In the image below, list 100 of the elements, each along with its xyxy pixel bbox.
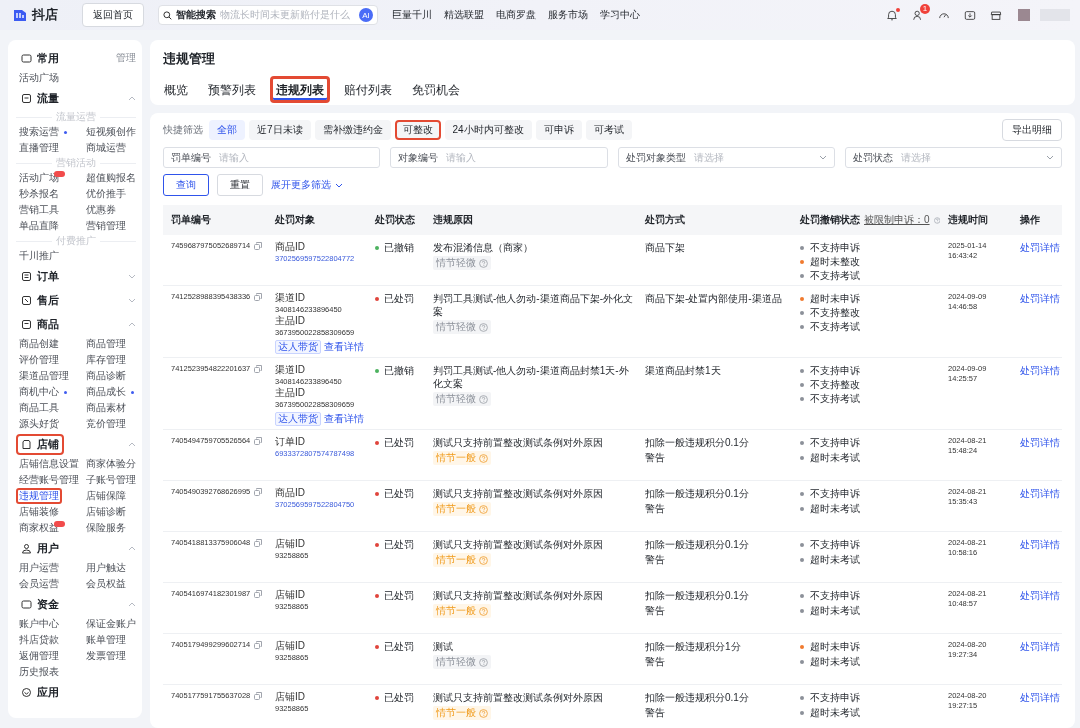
chevron-up-icon[interactable]: [128, 95, 136, 101]
ai-badge[interactable]: AI: [359, 8, 373, 22]
sidebar-item[interactable]: 优惠券: [83, 202, 119, 218]
filter-chip[interactable]: 近7日未读: [249, 120, 311, 140]
chevron-up-icon[interactable]: [128, 601, 136, 607]
sidebar-item[interactable]: 商家体验分: [83, 456, 139, 472]
chevron-down-icon[interactable]: [335, 182, 343, 188]
detail-link[interactable]: 处罚详情: [1020, 365, 1060, 376]
sidebar-item[interactable]: 渠道品管理: [16, 368, 72, 384]
sidebar-item[interactable]: 千川推广: [16, 248, 62, 264]
detail-link[interactable]: 查看详情: [324, 340, 364, 354]
export-button[interactable]: 导出明细: [1002, 119, 1062, 141]
chevron-down-icon[interactable]: [818, 155, 827, 160]
sidebar-item[interactable]: 竞价管理: [83, 416, 129, 432]
manage-link[interactable]: 管理: [116, 51, 136, 65]
sidebar-item[interactable]: 用户运营: [16, 560, 62, 576]
sidebar-item[interactable]: 超值购报名: [83, 170, 139, 186]
sidebar-item[interactable]: 单品直降: [16, 218, 62, 234]
sidebar-item[interactable]: 商城运营: [83, 140, 129, 156]
section-header[interactable]: 售后: [16, 289, 64, 311]
detail-link[interactable]: 处罚详情: [1020, 641, 1060, 652]
sidebar-item[interactable]: 店铺信息设置: [16, 456, 82, 472]
search-field[interactable]: 智能搜索 物流长时间未更新赔付是什么 AI: [158, 5, 378, 25]
sidebar-item[interactable]: 子账号管理: [83, 472, 139, 488]
sidebar-item[interactable]: 店铺诊断: [83, 504, 129, 520]
chevron-down-icon[interactable]: [1046, 155, 1054, 160]
query-button[interactable]: 查询: [163, 174, 209, 196]
sidebar-item[interactable]: 活动广场: [16, 70, 62, 86]
copy-icon[interactable]: [254, 640, 263, 649]
detail-link[interactable]: 处罚详情: [1020, 488, 1060, 499]
logo-icon[interactable]: [12, 7, 28, 23]
copy-icon[interactable]: [254, 436, 263, 445]
filter-chip[interactable]: 可整改: [394, 120, 441, 140]
sidebar-item[interactable]: 商品管理: [83, 336, 129, 352]
filter-chip[interactable]: 全部: [209, 120, 245, 140]
section-header[interactable]: 资金: [16, 593, 64, 615]
nav-link[interactable]: 电商罗盘: [496, 8, 536, 22]
section-header[interactable]: 店铺: [16, 433, 64, 455]
filter-chip[interactable]: 24小时内可整改: [444, 120, 532, 140]
section-header[interactable]: 用户: [16, 537, 64, 559]
detail-link[interactable]: 处罚详情: [1020, 293, 1060, 304]
reset-button[interactable]: 重置: [217, 174, 263, 196]
section-header[interactable]: 商品: [16, 313, 64, 335]
sidebar-item[interactable]: 保险服务: [83, 520, 129, 536]
detail-link[interactable]: 处罚详情: [1020, 692, 1060, 703]
copy-icon[interactable]: [254, 241, 263, 250]
copy-icon[interactable]: [254, 292, 263, 301]
sidebar-item[interactable]: 违规管理: [16, 488, 62, 504]
sidebar-item[interactable]: 保证金账户: [83, 616, 139, 632]
sidebar-item[interactable]: 账单管理: [83, 632, 129, 648]
copy-icon[interactable]: [254, 364, 263, 373]
input-field[interactable]: 对象编号 请输入: [390, 147, 608, 168]
restricted-appeals-link[interactable]: 被限制申诉：0: [864, 213, 930, 227]
copy-icon[interactable]: [254, 538, 263, 547]
sidebar-item[interactable]: 库存管理: [83, 352, 129, 368]
sidebar-item[interactable]: 商品工具: [16, 400, 62, 416]
chevron-up-icon[interactable]: [128, 441, 136, 447]
sidebar-item[interactable]: 发票管理: [83, 648, 129, 664]
detail-link[interactable]: 处罚详情: [1020, 437, 1060, 448]
section-header[interactable]: 常用: [16, 47, 64, 69]
bell-icon[interactable]: [886, 8, 898, 22]
detail-link[interactable]: 处罚详情: [1020, 539, 1060, 550]
nav-link[interactable]: 学习中心: [600, 8, 640, 22]
filter-chip[interactable]: 可申诉: [535, 120, 582, 140]
sidebar-item[interactable]: 历史报表: [16, 664, 62, 680]
copy-icon[interactable]: [254, 589, 263, 598]
sidebar-item[interactable]: 源头好货: [16, 416, 62, 432]
select-field[interactable]: 处罚对象类型 请选择: [617, 147, 835, 168]
detail-link[interactable]: 处罚详情: [1020, 590, 1060, 601]
section-header[interactable]: 流量: [16, 87, 64, 109]
copy-icon[interactable]: [254, 691, 263, 700]
sidebar-item[interactable]: 优价推手: [83, 186, 129, 202]
sidebar-item[interactable]: 秒杀报名: [16, 186, 62, 202]
sidebar-item[interactable]: 账户中心: [16, 616, 62, 632]
store-icon[interactable]: [990, 8, 1002, 22]
tab[interactable]: 违规列表: [270, 76, 330, 103]
sidebar-item[interactable]: 经营账号管理: [16, 472, 82, 488]
nav-link[interactable]: 精选联盟: [444, 8, 484, 22]
sidebar-item[interactable]: 商机中心: [16, 384, 62, 400]
chevron-up-icon[interactable]: [128, 545, 136, 551]
detail-link[interactable]: 处罚详情: [1020, 242, 1060, 253]
user-icon[interactable]: [912, 8, 924, 22]
sidebar-item[interactable]: 抖店贷款: [16, 632, 62, 648]
tab[interactable]: 预警列表: [202, 76, 262, 103]
sidebar-item[interactable]: 商品创建: [16, 336, 62, 352]
chevron-up-icon[interactable]: [128, 321, 136, 327]
sidebar-item[interactable]: 商品素材: [83, 400, 129, 416]
tab[interactable]: 赔付列表: [338, 76, 398, 103]
sidebar-item[interactable]: 返佣管理: [16, 648, 62, 664]
section-header[interactable]: 订单: [16, 265, 64, 287]
nav-link[interactable]: 服务市场: [548, 8, 588, 22]
home-button[interactable]: 返回首页: [82, 3, 144, 27]
sidebar-item[interactable]: 营销工具: [16, 202, 62, 218]
select-field[interactable]: 处罚状态 请选择: [844, 147, 1062, 168]
detail-link[interactable]: 查看详情: [324, 412, 364, 426]
sidebar-item[interactable]: 会员权益: [83, 576, 129, 592]
download-icon[interactable]: [964, 8, 976, 22]
sidebar-item[interactable]: 店铺装修: [16, 504, 62, 520]
section-header[interactable]: 应用: [16, 681, 64, 703]
filter-chip[interactable]: 可考试: [585, 120, 632, 140]
